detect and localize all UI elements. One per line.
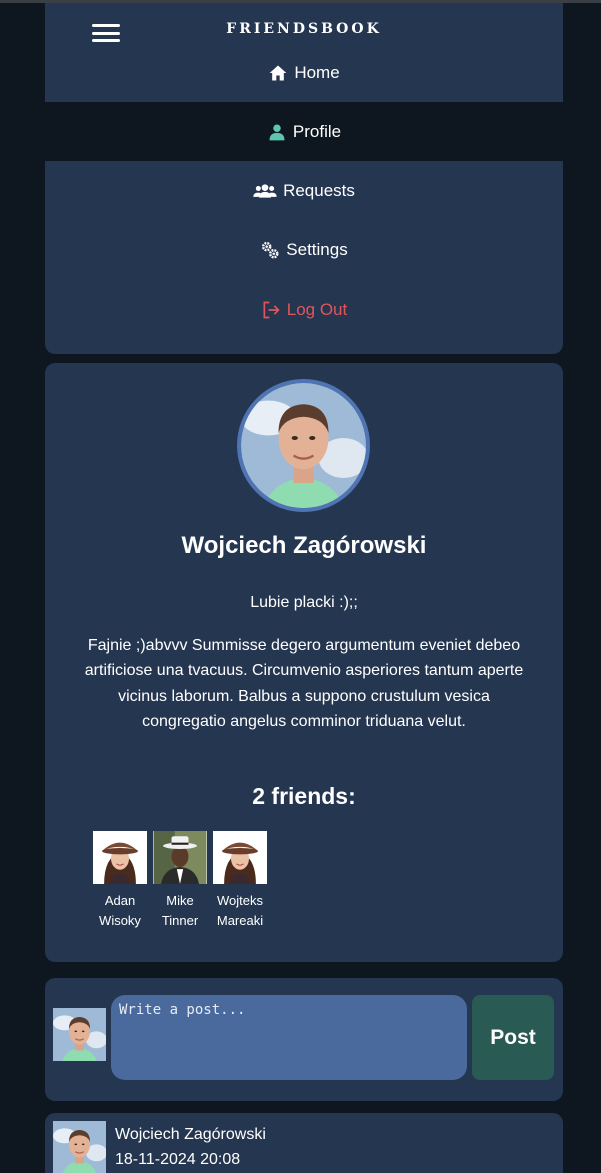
profile-card: Wojciech Zagórowski Lubie placki :);; Fa… — [45, 363, 563, 962]
profile-avatar — [237, 379, 370, 512]
friends-list: Adan Wisoky Mike Tinner Wojteks Mareaki — [93, 831, 267, 931]
nav-menu: FRIENDSBOOK Home Profile Requests Settin… — [45, 3, 563, 354]
users-icon — [253, 183, 277, 198]
composer-avatar — [53, 1008, 106, 1061]
post-author-name[interactable]: Wojciech Zagórowski — [115, 1126, 266, 1144]
post-date: 18-11-2024 20:08 — [115, 1151, 241, 1168]
friend-name: Adan Wisoky — [99, 893, 141, 928]
friend-name: Mike Tinner — [161, 893, 199, 928]
logout-icon — [263, 301, 280, 318]
friend-avatar — [213, 831, 267, 884]
friend-avatar — [93, 831, 147, 884]
nav-item-label: Settings — [286, 239, 348, 259]
friend-item[interactable]: Mike Tinner — [153, 831, 207, 931]
friend-name: Wojteks Mareaki — [216, 893, 264, 928]
user-icon — [269, 124, 285, 140]
post-card: Wojciech Zagórowski 18-11-2024 20:08 — [45, 1113, 563, 1173]
nav-item-profile[interactable]: Profile — [45, 102, 563, 161]
nav-item-settings[interactable]: Settings — [45, 220, 563, 279]
friends-count: 2 friends: — [252, 783, 356, 809]
gears-icon — [262, 241, 279, 258]
nav-item-label: Log Out — [286, 299, 348, 319]
friend-item[interactable]: Wojteks Mareaki — [213, 831, 267, 931]
friend-item[interactable]: Adan Wisoky — [93, 831, 147, 931]
nav-item-logout[interactable]: Log Out — [45, 280, 563, 339]
nav-item-home[interactable]: Home — [45, 43, 563, 102]
friend-avatar — [153, 831, 207, 884]
post-author-avatar[interactable] — [53, 1121, 106, 1173]
post-button[interactable]: Post — [472, 995, 554, 1080]
home-icon — [269, 65, 287, 80]
profile-name: Wojciech Zagórowski — [181, 532, 427, 559]
profile-status: Lubie placki :);; — [250, 594, 358, 611]
nav-item-label: Home — [294, 62, 340, 82]
nav-item-label: Profile — [292, 121, 342, 141]
nav-item-label: Requests — [283, 180, 355, 200]
profile-bio: Fajnie ;)abvvv Summisse degero argumentu… — [84, 637, 524, 730]
brand-logo: FRIENDSBOOK — [226, 21, 382, 37]
post-input[interactable] — [111, 995, 467, 1080]
post-composer: Post — [45, 978, 563, 1101]
nav-item-requests[interactable]: Requests — [45, 161, 563, 220]
